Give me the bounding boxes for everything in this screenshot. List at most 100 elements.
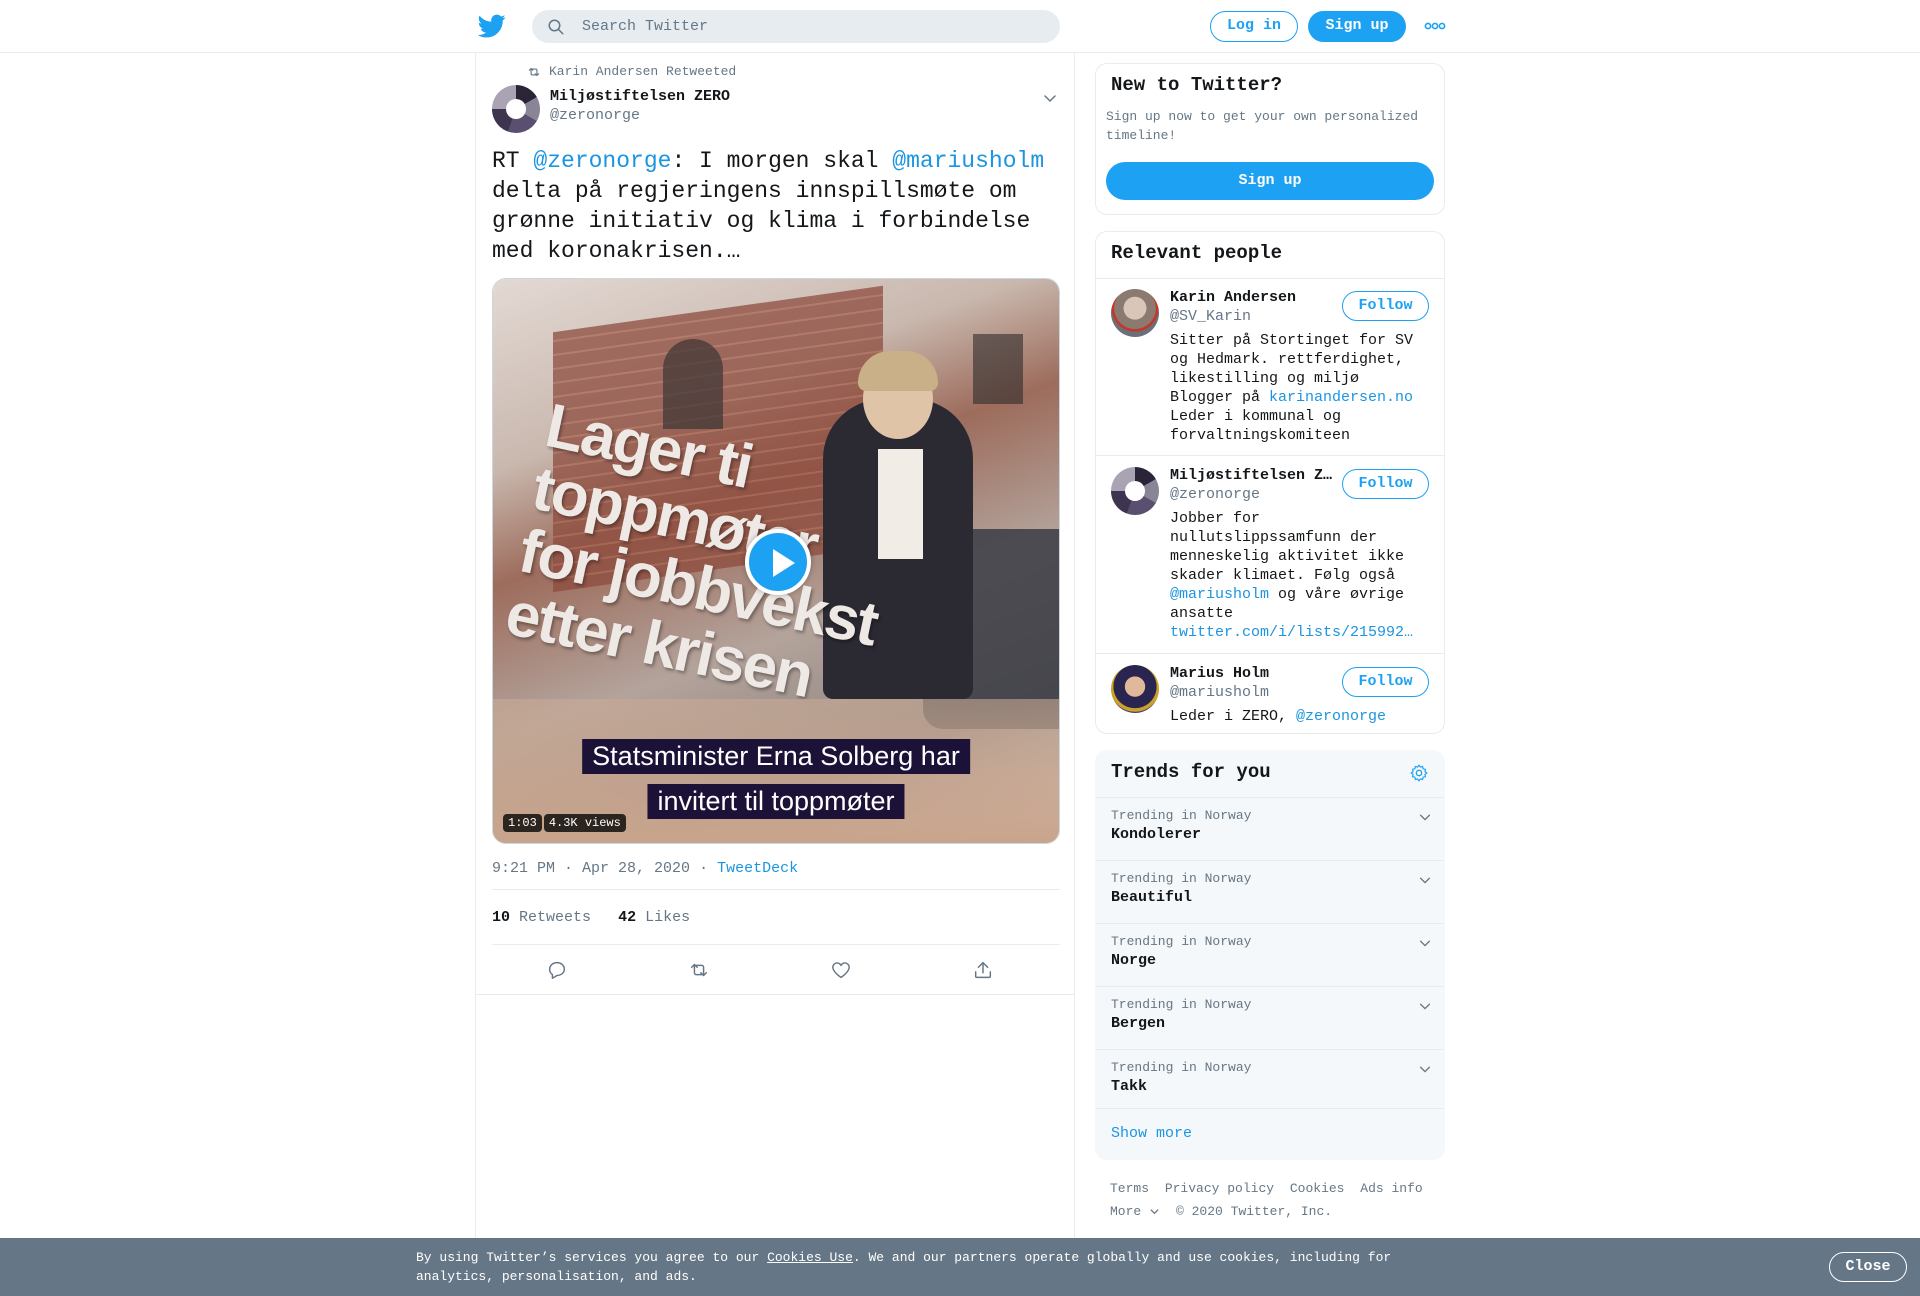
- retweet-icon[interactable]: [688, 959, 710, 981]
- likes-count[interactable]: 42: [618, 909, 636, 926]
- follow-button[interactable]: Follow: [1342, 667, 1429, 697]
- like-heart-icon[interactable]: [830, 959, 852, 981]
- mention-link[interactable]: @mariusholm: [892, 148, 1044, 174]
- person-handle[interactable]: @mariusholm: [1170, 684, 1269, 701]
- search-icon: [548, 19, 564, 35]
- avatar[interactable]: [1111, 289, 1159, 337]
- likes-label[interactable]: Likes: [645, 909, 690, 926]
- person-name[interactable]: Karin Andersen: [1170, 289, 1340, 306]
- tweet-text-mid: : I morgen skal: [671, 148, 893, 174]
- retweets-count[interactable]: 10: [492, 909, 510, 926]
- chevron-down-icon[interactable]: [1418, 1062, 1432, 1076]
- tweet-stats: 10 Retweets 42 Likes: [492, 909, 690, 926]
- card-title: Relevant people: [1111, 242, 1283, 264]
- video-duration: 1:03: [503, 814, 542, 832]
- source-separator: ·: [699, 860, 709, 877]
- trend-item[interactable]: Trending in Norway Kondolerer: [1096, 797, 1444, 860]
- more-options-icon[interactable]: [1424, 20, 1446, 32]
- search-input[interactable]: [582, 10, 1042, 43]
- close-button[interactable]: Close: [1829, 1252, 1907, 1282]
- person-handle[interactable]: @zeronorge: [1170, 486, 1260, 503]
- author-avatar[interactable]: [492, 85, 540, 133]
- trend-item[interactable]: Trending in Norway Bergen: [1096, 986, 1444, 1049]
- play-button-icon[interactable]: [745, 529, 811, 595]
- tweet-column: Karin Andersen Retweeted Miljøstiftelsen…: [475, 53, 1075, 1238]
- show-more-trends[interactable]: Show more: [1096, 1108, 1444, 1159]
- trend-name[interactable]: Kondolerer: [1111, 826, 1201, 843]
- divider: [492, 944, 1060, 945]
- video-caption-line: invitert til toppmøter: [647, 784, 905, 819]
- retweet-context-label[interactable]: Karin Andersen Retweeted: [549, 64, 736, 79]
- tweet-actions: [492, 959, 1060, 983]
- follow-button[interactable]: Follow: [1342, 469, 1429, 499]
- login-button[interactable]: Log in: [1210, 11, 1298, 42]
- chevron-down-icon[interactable]: [1149, 1206, 1160, 1217]
- signup-button[interactable]: Sign up: [1308, 11, 1406, 42]
- twitter-logo-icon[interactable]: [478, 12, 506, 40]
- reply-icon[interactable]: [546, 959, 568, 981]
- mention-link[interactable]: @zeronorge: [533, 148, 671, 174]
- footer-link-privacy[interactable]: Privacy policy: [1165, 1181, 1274, 1196]
- bio-link[interactable]: @zeronorge: [1296, 708, 1386, 725]
- card-title: New to Twitter?: [1111, 74, 1283, 96]
- trend-name[interactable]: Norge: [1111, 952, 1156, 969]
- tweet-text-rest: delta på regjeringens innspillsmøte om g…: [492, 178, 1031, 264]
- person-bio: Jobber for nullutslippssamfunn der menne…: [1170, 509, 1430, 642]
- show-more-link[interactable]: Show more: [1111, 1125, 1192, 1142]
- person-handle[interactable]: @SV_Karin: [1170, 308, 1251, 325]
- share-icon[interactable]: [972, 959, 994, 981]
- tweet-text-prefix: RT: [492, 148, 534, 174]
- person-item[interactable]: Miljøstiftelsen ZERO @zeronorge Follow J…: [1096, 457, 1444, 654]
- trend-context: Trending in Norway: [1111, 1060, 1252, 1075]
- trend-name[interactable]: Bergen: [1111, 1015, 1165, 1032]
- relevant-people-card: Relevant people Karin Andersen @SV_Karin…: [1095, 231, 1445, 734]
- footer-link-terms[interactable]: Terms: [1110, 1181, 1149, 1196]
- trend-item[interactable]: Trending in Norway Norge: [1096, 923, 1444, 986]
- new-to-twitter-card: New to Twitter? Sign up now to get your …: [1095, 63, 1445, 215]
- sidebar-signup-button[interactable]: Sign up: [1106, 162, 1434, 200]
- footer-more-menu[interactable]: More: [1110, 1204, 1160, 1219]
- cookie-banner-text: By using Twitter’s services you agree to…: [416, 1248, 1416, 1286]
- trend-context: Trending in Norway: [1111, 997, 1252, 1012]
- person-name[interactable]: Marius Holm: [1170, 665, 1340, 682]
- avatar[interactable]: [1111, 665, 1159, 713]
- footer-more-label[interactable]: More: [1110, 1204, 1141, 1219]
- person-name[interactable]: Miljøstiftelsen ZERO: [1170, 467, 1340, 484]
- search-bar: [532, 10, 1060, 43]
- retweets-label[interactable]: Retweets: [519, 909, 591, 926]
- sidebar-footer: Terms Privacy policy Cookies Ads info Mo…: [1110, 1177, 1440, 1223]
- trend-name[interactable]: Beautiful: [1111, 889, 1192, 906]
- video-views: 4.3K views: [543, 814, 626, 832]
- cookies-use-link[interactable]: Cookies Use: [767, 1250, 853, 1265]
- trend-item[interactable]: Trending in Norway Beautiful: [1096, 860, 1444, 923]
- avatar[interactable]: [1111, 467, 1159, 515]
- author-handle[interactable]: @zeronorge: [550, 107, 640, 124]
- tweet-video[interactable]: Lager ti toppmøter for jobbvekst etter k…: [492, 278, 1060, 844]
- person-bio: Sitter på Stortinget for SV og Hedmark. …: [1170, 331, 1430, 445]
- chevron-down-icon[interactable]: [1042, 90, 1058, 106]
- person-item[interactable]: Karin Andersen @SV_Karin Follow Sitter p…: [1096, 279, 1444, 456]
- bio-link[interactable]: karinandersen.no: [1269, 389, 1413, 406]
- trend-context: Trending in Norway: [1111, 934, 1252, 949]
- follow-button[interactable]: Follow: [1342, 291, 1429, 321]
- trend-name[interactable]: Takk: [1111, 1078, 1147, 1095]
- trend-item[interactable]: Trending in Norway Takk: [1096, 1049, 1444, 1112]
- author-name[interactable]: Miljøstiftelsen ZERO: [550, 88, 730, 105]
- chevron-down-icon[interactable]: [1418, 810, 1432, 824]
- bio-link[interactable]: @mariusholm: [1170, 586, 1269, 603]
- bio-link[interactable]: twitter.com/i/lists/215992…: [1170, 624, 1413, 641]
- chevron-down-icon[interactable]: [1418, 999, 1432, 1013]
- tweet-source-link[interactable]: TweetDeck: [717, 860, 798, 877]
- footer-link-ads-info[interactable]: Ads info: [1360, 1181, 1422, 1196]
- cookie-text: By using Twitter’s services you agree to…: [416, 1250, 768, 1265]
- person-item[interactable]: Marius Holm @mariusholm Follow Leder i Z…: [1096, 655, 1444, 733]
- tweet-text: RT @zeronorge: I morgen skal @mariusholm…: [492, 146, 1062, 266]
- footer-link-cookies[interactable]: Cookies: [1290, 1181, 1345, 1196]
- copyright: © 2020 Twitter, Inc.: [1176, 1204, 1333, 1219]
- chevron-down-icon[interactable]: [1418, 936, 1432, 950]
- bio-text: Leder i ZERO,: [1170, 708, 1297, 725]
- timestamp-text[interactable]: 9:21 PM · Apr 28, 2020: [492, 860, 690, 877]
- retweet-icon: [528, 67, 540, 76]
- chevron-down-icon[interactable]: [1418, 873, 1432, 887]
- gear-icon[interactable]: [1409, 763, 1429, 783]
